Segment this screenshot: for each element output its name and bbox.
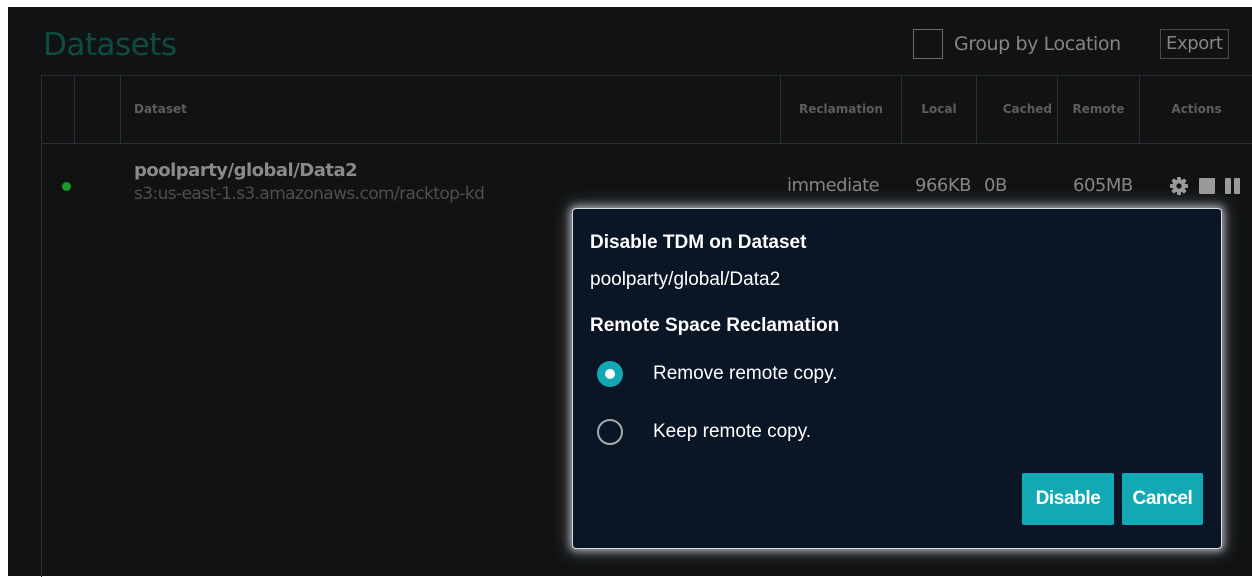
column-header-dataset[interactable]: Dataset: [121, 76, 781, 143]
cancel-button[interactable]: Cancel: [1122, 473, 1203, 525]
option-remove-remote-copy[interactable]: Remove remote copy.: [597, 361, 837, 387]
group-by-location-toggle[interactable]: Group by Location: [913, 27, 1121, 61]
radio-selected-icon[interactable]: [597, 361, 623, 387]
export-button[interactable]: Export: [1160, 29, 1229, 59]
column-header-remote[interactable]: Remote: [1058, 76, 1140, 143]
disable-tdm-dialog: Disable TDM on Dataset poolparty/global/…: [573, 209, 1221, 548]
reclamation-section-label: Remote Space Reclamation: [590, 315, 840, 336]
group-by-location-label: Group by Location: [954, 33, 1121, 55]
local-value: 966KB: [915, 175, 972, 196]
disable-button[interactable]: Disable: [1022, 473, 1114, 525]
table-header: Dataset Reclamation Local Cached Remote …: [42, 76, 1252, 144]
dataset-location: s3:us-east-1.s3.amazonaws.com/racktop-kd: [134, 184, 485, 204]
status-online-icon: [62, 182, 71, 191]
option-label: Keep remote copy.: [653, 421, 812, 442]
column-select: [75, 76, 121, 143]
dialog-title: Disable TDM on Dataset: [590, 232, 807, 253]
stop-icon[interactable]: [1198, 176, 1216, 196]
column-header-actions: Actions: [1171, 102, 1222, 116]
column-header-reclamation[interactable]: Reclamation: [781, 76, 902, 143]
cached-value: 0B: [984, 175, 1007, 196]
remote-value: 605MB: [1073, 175, 1133, 196]
gear-icon[interactable]: [1169, 176, 1189, 196]
page-title: Datasets: [43, 27, 177, 63]
option-keep-remote-copy[interactable]: Keep remote copy.: [597, 419, 811, 445]
column-header-cached[interactable]: Cached: [977, 76, 1058, 143]
dialog-dataset-name: poolparty/global/Data2: [590, 269, 781, 290]
column-status: [42, 76, 75, 143]
dataset-name[interactable]: poolparty/global/Data2: [134, 160, 358, 181]
column-header-local[interactable]: Local: [902, 76, 977, 143]
pause-icon[interactable]: [1224, 176, 1242, 196]
group-by-location-checkbox[interactable]: [913, 29, 943, 59]
option-label: Remove remote copy.: [653, 363, 838, 384]
reclamation-value: immediate: [787, 175, 880, 196]
radio-unselected-icon[interactable]: [597, 419, 623, 445]
